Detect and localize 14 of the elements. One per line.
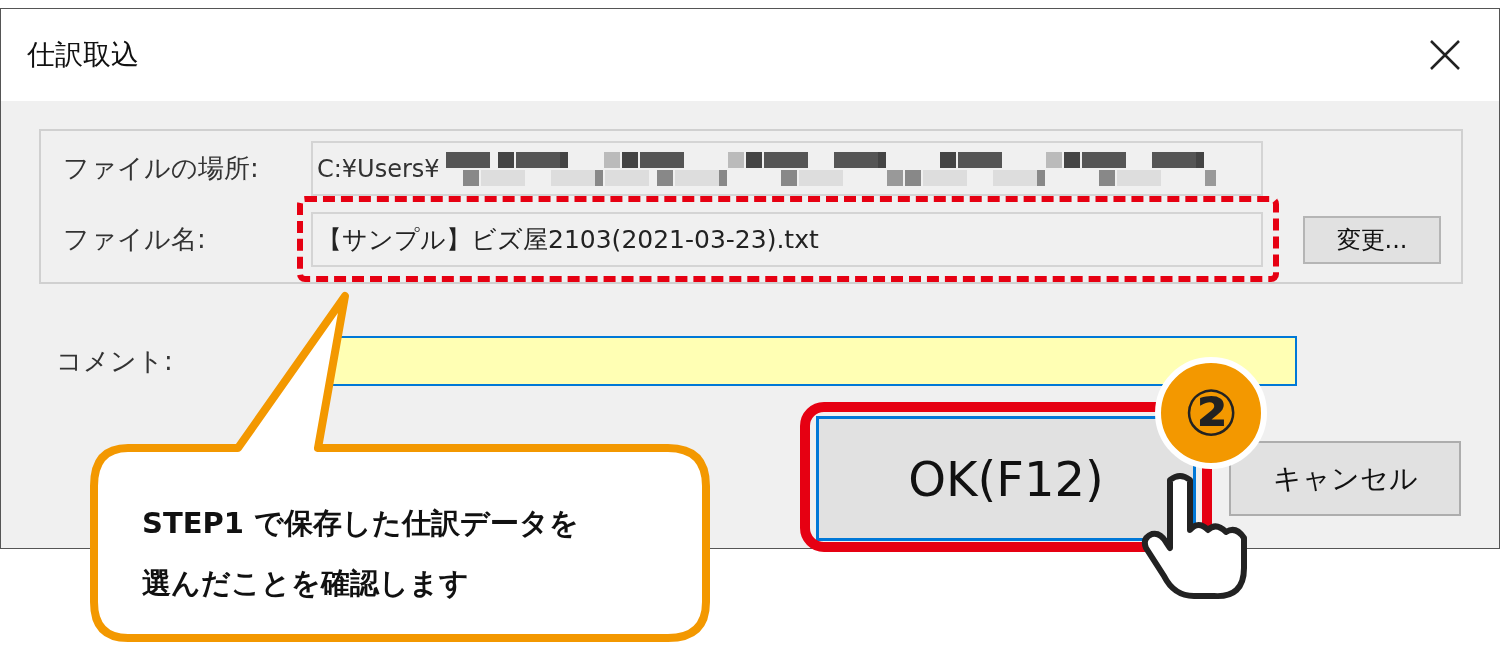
field-label: ファイルの場所: [62, 152, 260, 185]
cancel-button[interactable]: キャンセル [1229, 441, 1461, 516]
callout-text: 選んだことを確認します [142, 564, 470, 602]
comment-field[interactable] [331, 336, 1297, 386]
field-label: コメント: [55, 344, 174, 378]
callout-text: STEP1 で保存した仕訳データを [142, 505, 579, 542]
change-button[interactable]: 変更... [1303, 215, 1441, 264]
window-title: 仕訳取込 [27, 37, 139, 73]
field-label: ファイル名: [62, 223, 207, 256]
file-location-field[interactable]: C:¥Users¥ [311, 141, 1263, 196]
file-name-field[interactable]: 【サンプル】ビズ屋2103(2021-03-23).txt [311, 212, 1263, 267]
close-icon[interactable] [1429, 39, 1461, 71]
hand-pointer-icon [1140, 470, 1250, 600]
field-value: C:¥Users¥ [317, 153, 440, 185]
